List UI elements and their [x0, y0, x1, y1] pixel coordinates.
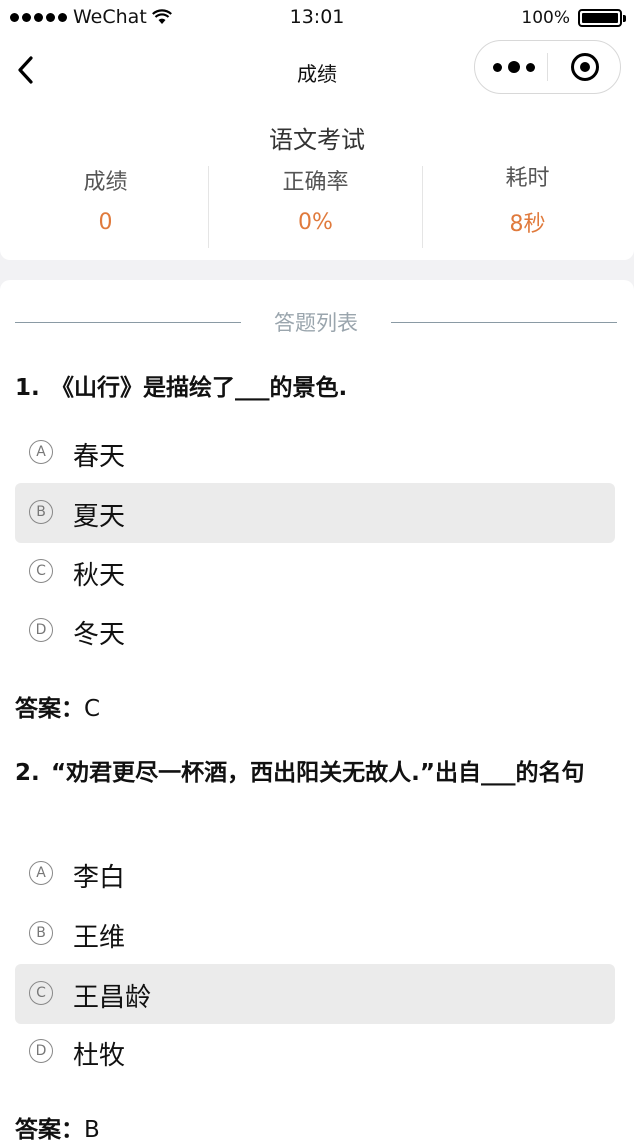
option-text: 王维 [73, 923, 126, 953]
status-bar: WeChat 13:01 100% [0, 0, 634, 36]
q1-option-d[interactable]: D 冬天 [15, 601, 615, 661]
q1-option-c[interactable]: C 秋天 [15, 542, 615, 602]
close-mini-program-icon[interactable] [571, 53, 599, 81]
battery-status: 100% [521, 8, 626, 28]
option-text: 李白 [73, 863, 126, 893]
question-1-title: 1. 《山行》是描绘了___的景色. [15, 370, 620, 406]
option-letter-badge: B [29, 921, 53, 945]
stat-time: 耗时 8秒 [422, 160, 633, 238]
question-2-title: 2. “劝君更尽一杯酒，西出阳关无故人.”出自___的名句 [15, 755, 620, 791]
stat-accuracy: 正确率 0% [210, 164, 421, 235]
option-letter-badge: D [29, 618, 53, 642]
option-text: 夏天 [73, 502, 126, 532]
q2-option-a[interactable]: A 李白 [15, 844, 615, 904]
answer-list-card: 答题列表 1. 《山行》是描绘了___的景色. A 春天 B 夏天 C 秋天 D… [0, 280, 634, 1140]
option-text: 春天 [73, 442, 126, 472]
question-number: 2. [15, 760, 40, 786]
capsule-divider [547, 53, 548, 81]
navigation-bar: 成绩 [0, 36, 634, 104]
option-letter-badge: A [29, 861, 53, 885]
stat-value: 0% [298, 210, 333, 235]
answer-label: 答案： [15, 696, 84, 722]
score-summary-card: 语文考试 成绩 0 正确率 0% 耗时 8秒 [0, 104, 634, 260]
answer-value: C [84, 696, 101, 722]
stat-divider [208, 166, 209, 248]
stat-value: 0 [98, 210, 113, 235]
option-letter-badge: C [29, 559, 53, 583]
divider-line [391, 322, 617, 323]
section-divider: 答题列表 [15, 311, 617, 335]
option-text: 秋天 [73, 561, 126, 591]
q1-answer: 答案：C [15, 689, 100, 723]
answer-label: 答案： [15, 1117, 84, 1140]
stat-value: 8秒 [509, 212, 546, 237]
q1-option-a[interactable]: A 春天 [15, 423, 615, 483]
q2-option-c-selected[interactable]: C 王昌龄 [15, 964, 615, 1024]
option-text: 杜牧 [73, 1041, 126, 1071]
option-letter-badge: D [29, 1039, 53, 1063]
q1-option-b-selected[interactable]: B 夏天 [15, 483, 615, 543]
question-number: 1. [15, 375, 40, 401]
q2-option-b[interactable]: B 王维 [15, 904, 615, 964]
stat-label: 耗时 [505, 166, 550, 191]
stat-score: 成绩 0 [0, 164, 211, 235]
battery-icon [578, 9, 626, 27]
stat-label: 成绩 [83, 170, 128, 195]
answer-value: B [84, 1117, 100, 1140]
stat-label: 正确率 [282, 170, 349, 195]
option-letter-badge: A [29, 440, 53, 464]
question-text: 《山行》是描绘了___的景色. [51, 375, 348, 401]
option-letter-badge: C [29, 981, 53, 1005]
question-text: “劝君更尽一杯酒，西出阳关无故人.”出自___的名句 [51, 760, 585, 786]
option-letter-badge: B [29, 500, 53, 524]
q2-option-d[interactable]: D 杜牧 [15, 1022, 615, 1082]
option-text: 王昌龄 [73, 983, 152, 1013]
exam-title: 语文考试 [269, 126, 365, 154]
option-text: 冬天 [73, 620, 126, 650]
more-options-icon[interactable] [493, 61, 535, 73]
battery-percent: 100% [521, 8, 570, 28]
mini-program-capsule [474, 40, 621, 94]
